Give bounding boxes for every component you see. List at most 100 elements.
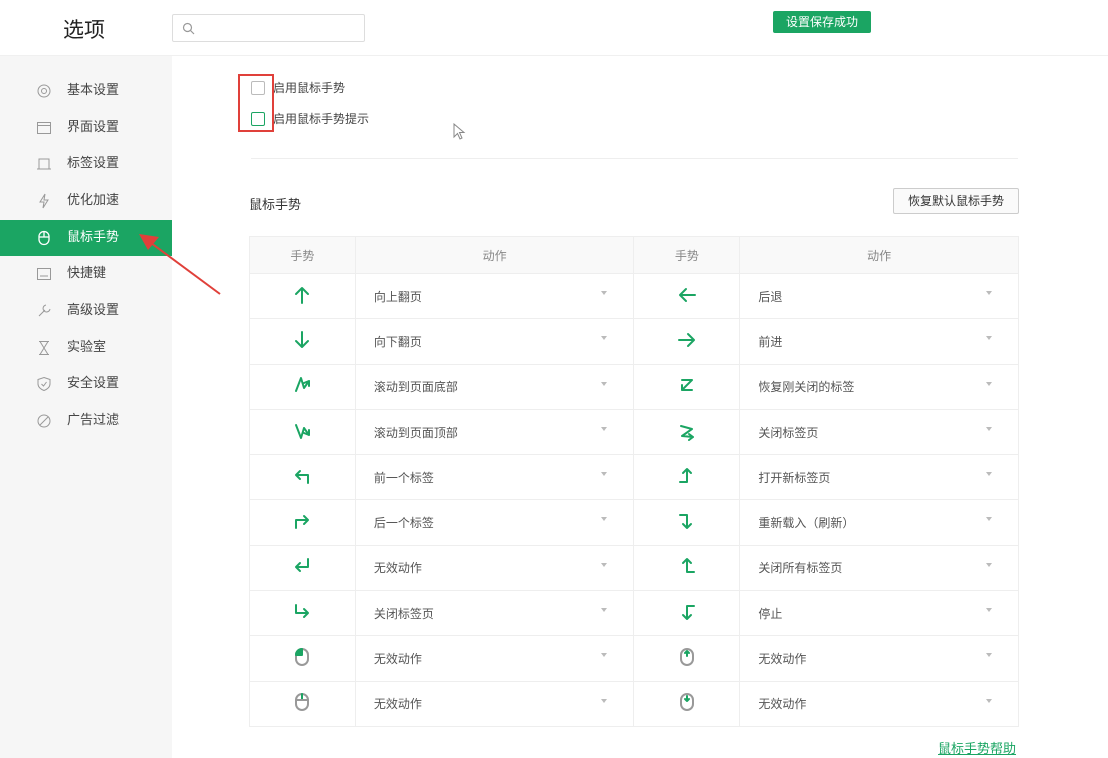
sidebar-item-label: 优化加速 [67, 193, 120, 208]
mouse-icon [38, 230, 50, 246]
annotation-arrow [139, 234, 221, 295]
action-select-value: 滚动到页面底部 [373, 380, 458, 395]
gesture-cell [633, 318, 741, 365]
save-success-toast: 设置保存成功 [773, 11, 871, 33]
table-row: 无效动作 无效动作 [249, 680, 1019, 727]
right-up-icon [678, 467, 692, 483]
right-action-select[interactable]: 无效动作 [739, 680, 1019, 727]
search-input[interactable] [172, 14, 365, 42]
action-select-value: 前一个标签 [373, 470, 434, 485]
chevron-down-icon [601, 517, 608, 522]
right-action-select[interactable]: 关闭标签页 [739, 408, 1019, 456]
chevron-down-icon [986, 517, 992, 522]
chevron-down-icon [986, 381, 992, 386]
gesture-cell [633, 635, 741, 682]
action-select-value: 关闭所有标签页 [758, 561, 843, 576]
sidebar-item-security[interactable]: 安全设置 [0, 366, 172, 402]
table-row: 滚动到页面底部 恢复刚关闭的标签 [249, 363, 1019, 410]
mouse-cursor-icon [453, 123, 466, 140]
right-action-select[interactable]: 前进 [739, 318, 1019, 365]
left-action-select[interactable]: 后一个标签 [354, 499, 635, 546]
left-action-select[interactable]: 关闭标签页 [354, 590, 635, 637]
left-up-icon [681, 558, 695, 574]
arrow-down-icon [295, 330, 310, 348]
sidebar-item-advanced[interactable]: 高级设置 [0, 293, 172, 329]
left-action-select[interactable]: 无效动作 [354, 635, 635, 682]
top-bar: 选项 设置保存成功 [0, 0, 1108, 56]
right-action-select[interactable]: 后退 [739, 272, 1019, 320]
sidebar-item-label: 界面设置 [67, 120, 120, 135]
right-action-select[interactable]: 关闭所有标签页 [739, 544, 1019, 592]
reset-gestures-button[interactable]: 恢复默认鼠标手势 [893, 188, 1019, 214]
gesture-cell [249, 544, 356, 592]
right-action-select[interactable]: 重新载入（刷新） [739, 499, 1019, 546]
right-action-select[interactable]: 打开新标签页 [739, 454, 1019, 501]
sidebar-item-label: 鼠标手势 [67, 230, 120, 245]
mouse-scroll-down-icon [679, 693, 694, 712]
gesture-cell [633, 454, 741, 501]
sidebar-item-label: 标签设置 [67, 156, 120, 171]
action-select-value: 无效动作 [758, 652, 807, 667]
gesture-cell [249, 499, 356, 546]
sidebar-item-basic-settings[interactable]: 基本设置 [0, 73, 172, 109]
enable-gesture-label: 启用鼠标手势 [273, 81, 346, 95]
arrow-left-icon [678, 287, 696, 302]
gesture-cell [633, 408, 741, 456]
search-icon [182, 22, 195, 35]
sidebar-item-ad-filter[interactable]: 广告过滤 [0, 403, 172, 439]
right-down-icon [678, 514, 692, 530]
window-icon [37, 122, 51, 134]
action-select-value: 向下翻页 [373, 334, 422, 349]
tab-icon [37, 158, 51, 170]
sidebar-item-tab-settings[interactable]: 标签设置 [0, 146, 172, 182]
left-action-select[interactable]: 向上翻页 [354, 272, 635, 320]
down-right-icon [295, 603, 310, 618]
left-action-select[interactable]: 无效动作 [354, 680, 635, 727]
gesture-cell [249, 680, 356, 727]
action-select-value: 关闭标签页 [758, 425, 819, 440]
sidebar-item-interface-settings[interactable]: 界面设置 [0, 110, 172, 146]
lightning-icon [39, 193, 49, 209]
gesture-table: 手势 动作 手势 动作 向上翻页 后退 向下翻页 前进 滚动到页面底部 恢复刚关闭的标签滚… [249, 236, 1019, 727]
action-select-value: 无效动作 [373, 561, 422, 576]
chevron-down-icon [601, 336, 608, 341]
up-right-icon [295, 515, 310, 530]
action-select-value: 恢复刚关闭的标签 [758, 380, 855, 395]
page-title: 选项 [63, 18, 105, 42]
gesture-cell [249, 590, 356, 637]
action-select-value: 前进 [758, 334, 783, 349]
action-select-value: 滚动到页面顶部 [373, 425, 458, 440]
flask-icon [39, 341, 49, 355]
gear-icon [37, 84, 51, 98]
action-select-value: 重新载入（刷新） [758, 516, 855, 531]
left-action-select[interactable]: 向下翻页 [354, 318, 635, 365]
gesture-help-link[interactable]: 鼠标手势帮助 [938, 738, 1016, 757]
left-action-select[interactable]: 滚动到页面底部 [354, 363, 635, 410]
table-header-row: 手势 动作 手势 动作 [249, 236, 1019, 274]
sidebar-item-optimize[interactable]: 优化加速 [0, 183, 172, 219]
column-header-action: 动作 [354, 236, 635, 274]
gesture-cell [633, 590, 741, 637]
action-select-value: 关闭标签页 [373, 606, 434, 621]
chevron-down-icon [601, 608, 608, 613]
chevron-down-icon [601, 562, 608, 567]
left-action-select[interactable]: 无效动作 [354, 544, 635, 592]
chevron-down-icon [601, 291, 608, 295]
section-title: 鼠标手势 [249, 198, 302, 213]
sidebar-item-lab[interactable]: 实验室 [0, 330, 172, 366]
gesture-cell [249, 454, 356, 501]
left-action-select[interactable]: 滚动到页面顶部 [354, 408, 635, 456]
sidebar-item-label: 实验室 [67, 340, 107, 355]
chevron-down-icon [986, 336, 992, 341]
right-action-select[interactable]: 无效动作 [739, 635, 1019, 682]
gesture-cell [249, 318, 356, 365]
zigzag-up-icon [295, 423, 311, 439]
right-action-select[interactable]: 停止 [739, 590, 1019, 637]
gesture-cell [249, 363, 356, 410]
left-action-select[interactable]: 前一个标签 [354, 454, 635, 501]
table-row: 无效动作 关闭所有标签页 [249, 544, 1019, 592]
chevron-down-icon [986, 608, 992, 613]
table-row: 滚动到页面顶部 关闭标签页 [249, 408, 1019, 456]
right-action-select[interactable]: 恢复刚关闭的标签 [739, 363, 1019, 410]
action-select-value: 后退 [758, 289, 783, 304]
